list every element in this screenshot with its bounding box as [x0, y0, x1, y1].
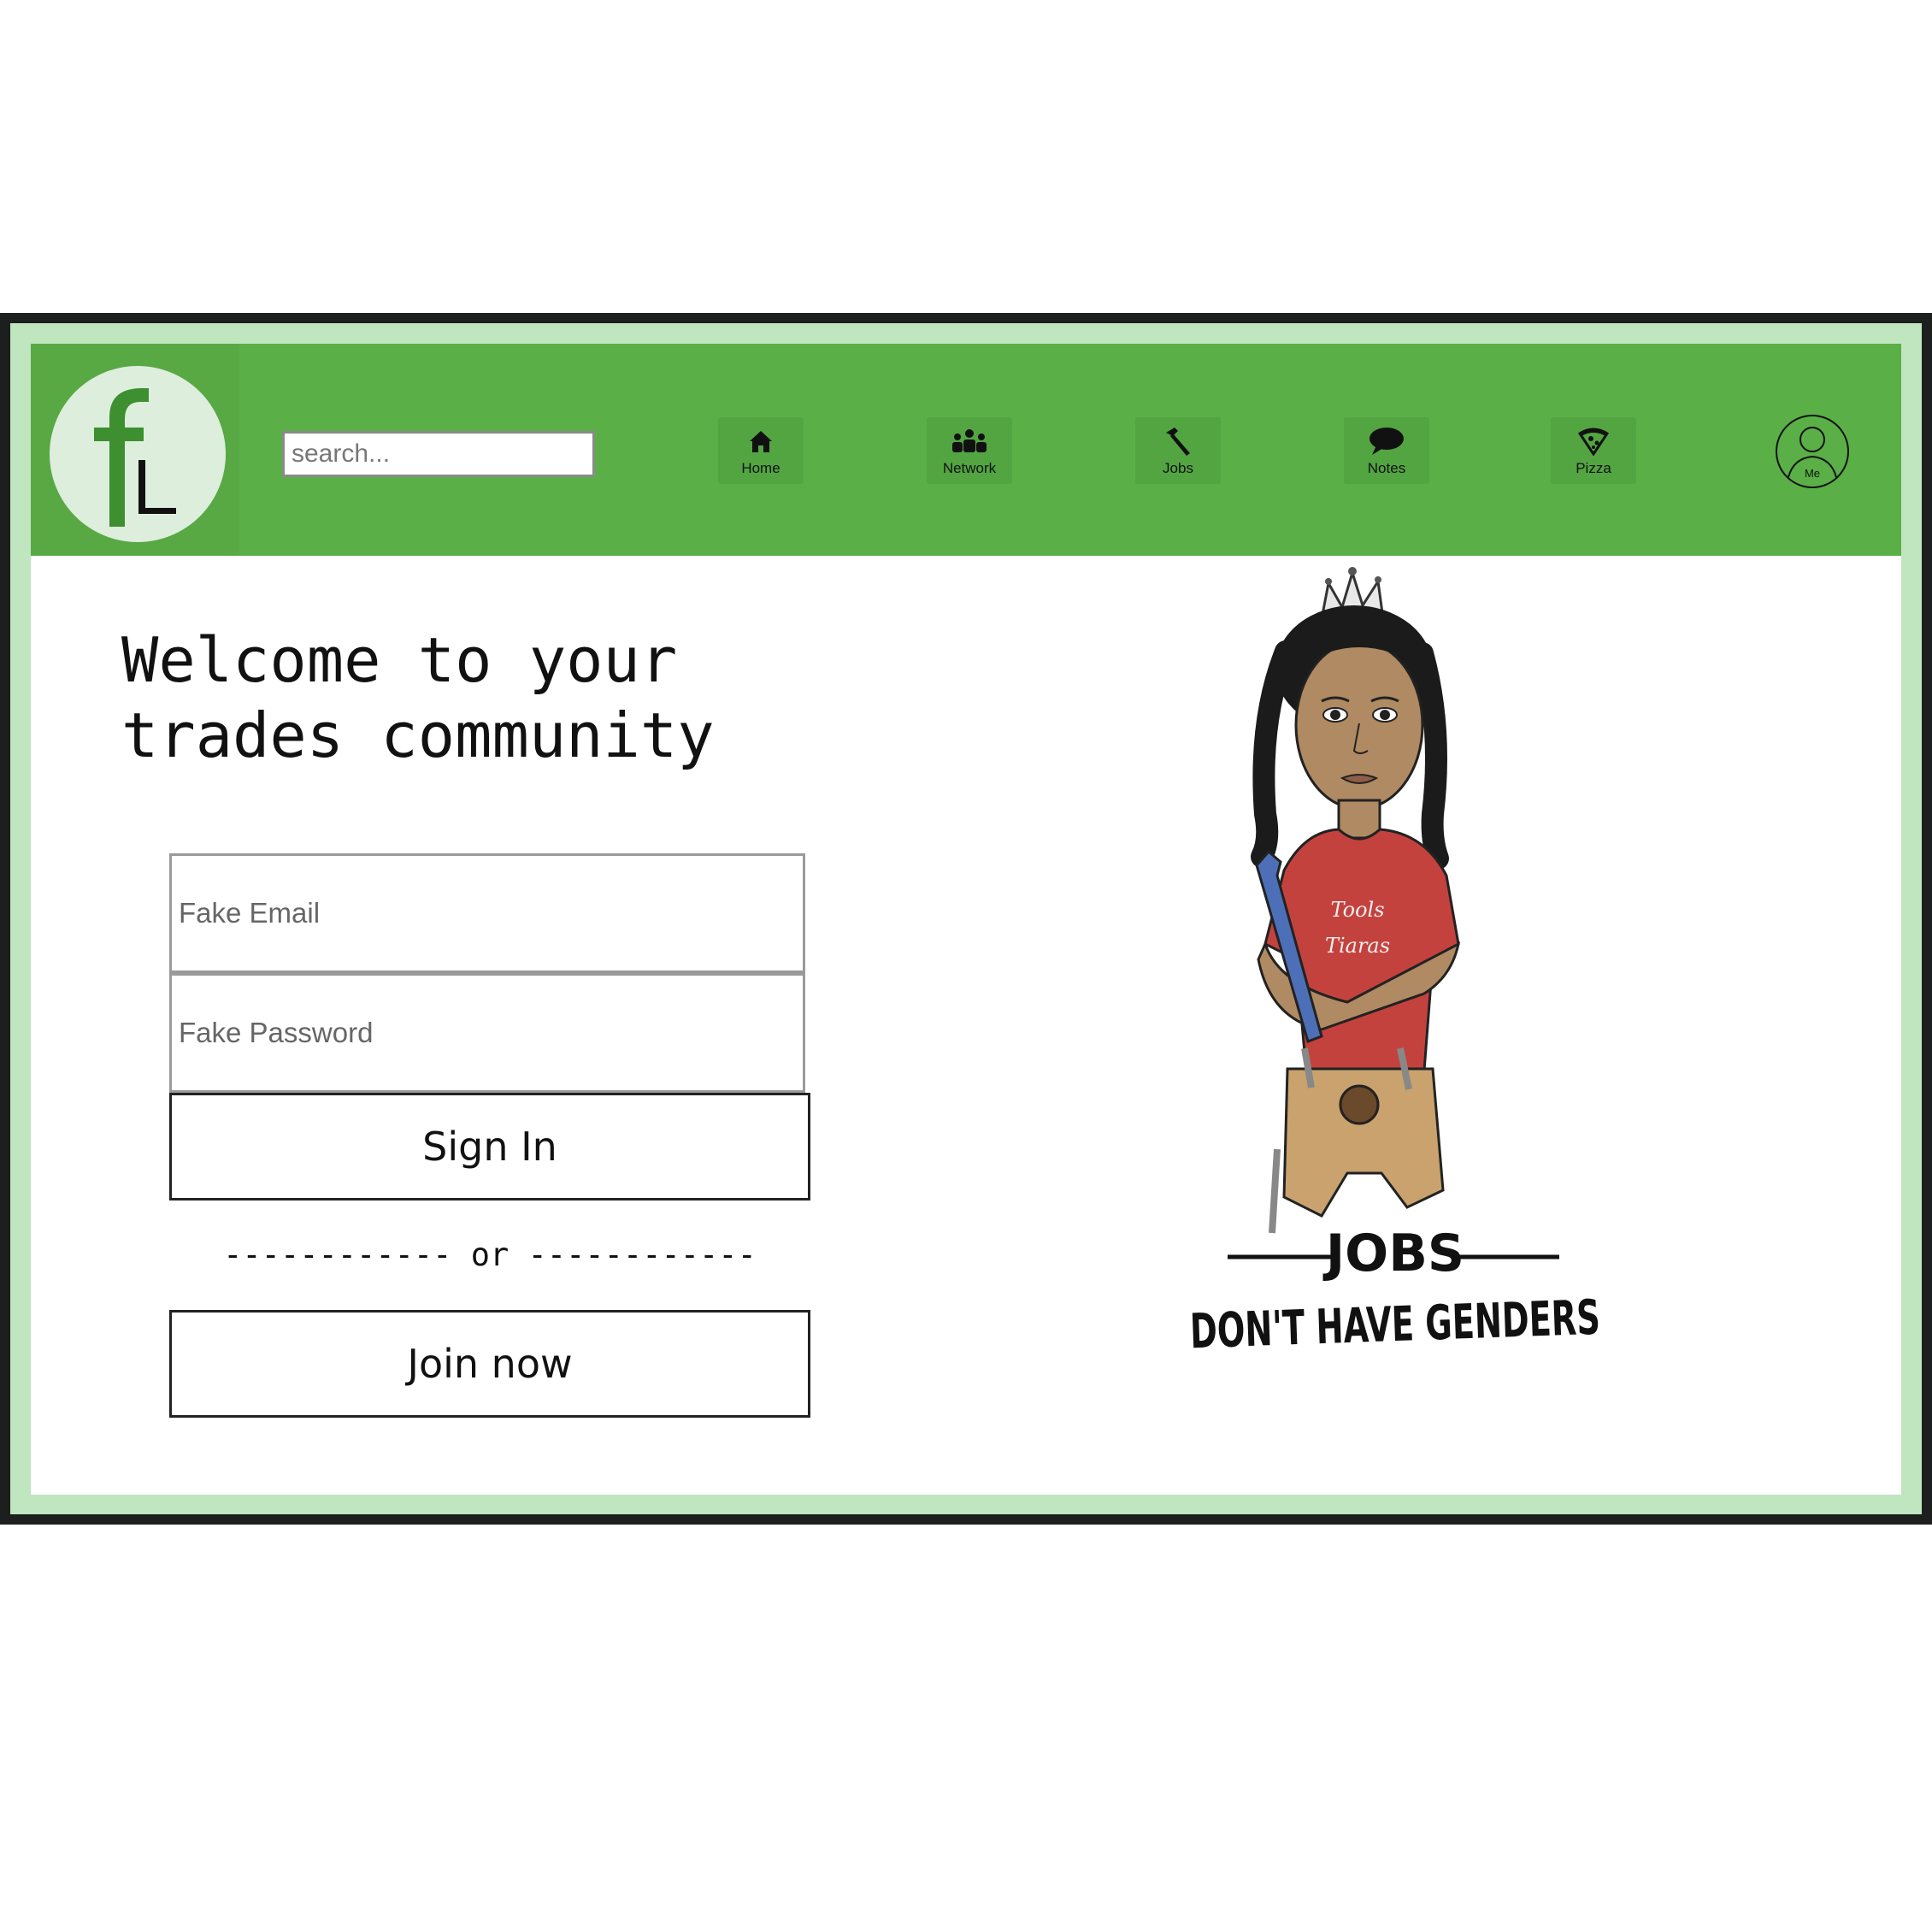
profile-button[interactable]: Me: [1775, 414, 1850, 489]
nav-home-label: Home: [741, 460, 780, 476]
profile-label: Me: [1804, 467, 1821, 480]
speech-bubble-icon: [1344, 424, 1429, 458]
svg-text:Tiaras: Tiaras: [1325, 934, 1390, 958]
top-navbar: Home Network: [31, 344, 1901, 556]
home-icon: [718, 424, 804, 458]
search-input[interactable]: [282, 431, 595, 477]
nav-jobs-label: Jobs: [1163, 460, 1193, 476]
pizza-icon: [1551, 424, 1636, 458]
nav-notes-label: Notes: [1367, 460, 1406, 476]
site-logo[interactable]: [50, 366, 226, 542]
or-divider: ------------ or ------------: [223, 1236, 757, 1273]
welcome-heading: Welcome to your trades community: [121, 624, 715, 771]
nav-home[interactable]: Home: [718, 417, 804, 484]
app-window: Home Network: [0, 313, 1932, 1525]
nav-pizza-label: Pizza: [1576, 460, 1611, 476]
nav-network[interactable]: Network: [927, 417, 1012, 484]
hammer-icon: [1135, 424, 1221, 458]
app-content: Home Network: [31, 344, 1901, 1495]
email-field[interactable]: [169, 853, 805, 973]
password-field[interactable]: [169, 973, 805, 1093]
network-icon: [927, 424, 1012, 458]
join-now-button[interactable]: Join now: [169, 1310, 810, 1418]
nav-pizza[interactable]: Pizza: [1551, 417, 1636, 484]
sign-in-button[interactable]: Sign In: [169, 1093, 810, 1200]
nav-notes[interactable]: Notes: [1344, 417, 1429, 484]
jobs-dont-have-genders-illustration: Tools Tiaras JOBS DON'T HAVE GENDERS: [1189, 567, 1601, 1360]
nav-network-label: Network: [942, 460, 997, 476]
slogan-genders: DON'T HAVE GENDERS: [1189, 1290, 1601, 1360]
svg-text:Tools: Tools: [1330, 898, 1384, 922]
logo-area: [31, 344, 239, 556]
slogan-jobs: JOBS: [1322, 1224, 1464, 1283]
nav-jobs[interactable]: Jobs: [1135, 417, 1221, 484]
logo-fl-icon: [94, 388, 176, 527]
